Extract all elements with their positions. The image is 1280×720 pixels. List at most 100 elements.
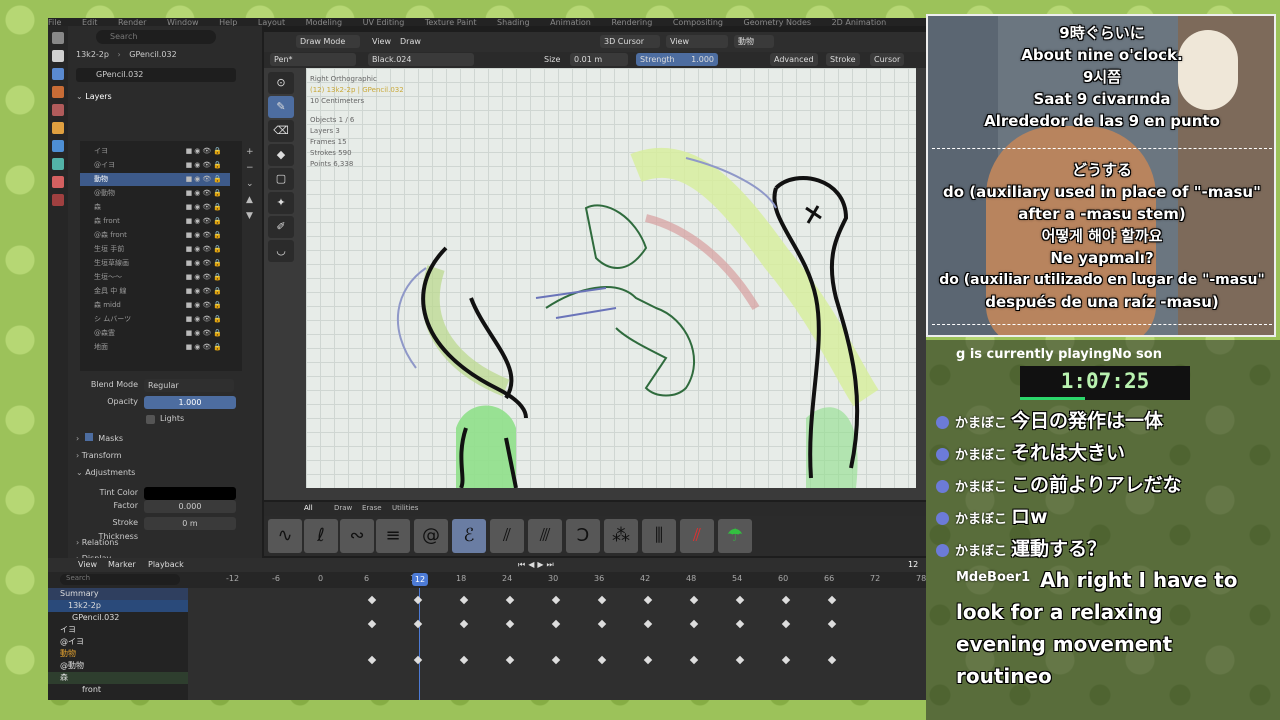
layer-row[interactable]: 森 midd ■◉👁🔒 [80, 299, 230, 312]
view-dropdown[interactable]: View [666, 35, 728, 48]
brush-marker-icon[interactable]: ∾ [340, 519, 374, 553]
keyframe-icon[interactable] [827, 595, 837, 605]
blend-mode-select[interactable]: Regular [144, 379, 234, 392]
fill-tool-icon[interactable]: ◆ [268, 144, 294, 166]
layer-toggle-icons[interactable]: ■◉👁🔒 [186, 159, 224, 172]
move-down-icon[interactable]: ▼ [246, 208, 254, 224]
erase-tool-icon[interactable]: ⌫ [268, 120, 294, 142]
scene-tab-icon[interactable] [52, 86, 64, 98]
output-tab-icon[interactable] [52, 68, 64, 80]
collection-select[interactable]: 動物 [734, 35, 774, 48]
cursor-select[interactable]: 3D Cursor [600, 35, 660, 48]
brush-airbrush-icon[interactable]: ⫽ [490, 519, 524, 553]
lights-checkbox[interactable] [146, 415, 155, 424]
layer-toggle-icons[interactable]: ■◉👁🔒 [186, 187, 224, 200]
keyframe-icon[interactable] [367, 655, 377, 665]
keyframe-icon[interactable] [689, 595, 699, 605]
keyframe-icon[interactable] [551, 595, 561, 605]
layer-toggle-icons[interactable]: ■◉👁🔒 [186, 215, 224, 228]
brush-hatch-icon[interactable]: ⫻ [528, 519, 562, 553]
keyframe-icon[interactable] [413, 619, 423, 629]
keyframe-icon[interactable] [689, 619, 699, 629]
keyframe-icon[interactable] [551, 619, 561, 629]
tab-rendering[interactable]: Rendering [611, 18, 652, 27]
keyframe-icon[interactable] [551, 655, 561, 665]
tab-utilities[interactable]: Utilities [392, 504, 418, 512]
transform-subpanel[interactable]: › Transform [68, 449, 262, 463]
draw-menu[interactable]: Draw [396, 35, 425, 48]
layer-row[interactable]: @動物 ■◉👁🔒 [80, 187, 230, 200]
keyframe-icon[interactable] [689, 655, 699, 665]
channel-layer[interactable]: イヨ [48, 624, 188, 636]
layer-menu-icon[interactable]: ⌄ [246, 176, 254, 192]
layer-row[interactable]: 森 front ■◉👁🔒 [80, 215, 230, 228]
masks-checkbox[interactable] [84, 433, 93, 441]
layer-toggle-icons[interactable]: ■◉👁🔒 [186, 313, 224, 326]
keyframe-icon[interactable] [413, 595, 423, 605]
ds-view-menu[interactable]: View [78, 560, 97, 569]
eyedropper-tool-icon[interactable]: ✐ [268, 216, 294, 238]
channel-scene[interactable]: 13k2-2p [48, 600, 188, 612]
tab-shading[interactable]: Shading [497, 18, 530, 27]
draw-tool-icon[interactable]: ✎ [268, 96, 294, 118]
keyframe-icon[interactable] [735, 655, 745, 665]
channel-layer[interactable]: front [48, 684, 188, 696]
channel-layer[interactable]: @イヨ [48, 636, 188, 648]
data-name-field[interactable]: GPencil.032 [76, 68, 236, 82]
keyframe-icon[interactable] [827, 655, 837, 665]
layer-toggle-icons[interactable]: ■◉👁🔒 [186, 173, 224, 186]
layer-row[interactable]: 生垣 手前 ■◉👁🔒 [80, 243, 230, 256]
playhead[interactable]: 12 [412, 573, 428, 586]
stroke-thickness-field[interactable]: 0 m [144, 517, 236, 530]
keyframe-icon[interactable] [781, 595, 791, 605]
adjustments-subpanel[interactable]: ⌄ Adjustments [68, 466, 262, 480]
brush-dots-icon[interactable]: ⁂ [604, 519, 638, 553]
brush-curve-icon[interactable]: Ͻ [566, 519, 600, 553]
tab-2d-animation[interactable]: 2D Animation [832, 18, 887, 27]
size-field[interactable]: 0.01 m [570, 53, 628, 66]
keyframe-icon[interactable] [459, 595, 469, 605]
layer-toggle-icons[interactable]: ■◉👁🔒 [186, 271, 224, 284]
brush-pen-icon[interactable]: ℓ [304, 519, 338, 553]
data-tab-icon[interactable] [52, 158, 64, 170]
keyframe-icon[interactable] [505, 619, 515, 629]
brush-selected-icon[interactable]: ℰ [452, 519, 486, 553]
advanced-button[interactable]: Advanced [770, 53, 818, 66]
keyframe-icon[interactable] [643, 619, 653, 629]
factor-slider[interactable]: 0.000 [144, 500, 236, 513]
current-frame-field[interactable]: 12 [908, 560, 918, 569]
cursor-tool-icon[interactable]: ⊙ [268, 72, 294, 94]
layer-toggle-icons[interactable]: ■◉👁🔒 [186, 257, 224, 270]
brush-select[interactable]: Pen* [270, 53, 356, 66]
world-tab-icon[interactable] [52, 104, 64, 116]
brush-ink-icon[interactable]: ∿ [268, 519, 302, 553]
tab-animation[interactable]: Animation [550, 18, 591, 27]
channel-layer[interactable]: @動物 [48, 660, 188, 672]
layer-row[interactable]: @イヨ ■◉👁🔒 [80, 159, 230, 172]
brush-pencil-icon[interactable]: @ [414, 519, 448, 553]
keyframe-icon[interactable] [827, 619, 837, 629]
masks-subpanel[interactable]: › Masks [68, 432, 262, 446]
ds-playback-menu[interactable]: Playback [148, 560, 184, 569]
opacity-slider[interactable]: 1.000 [144, 396, 236, 409]
layer-toggle-icons[interactable]: ■◉👁🔒 [186, 285, 224, 298]
layer-row[interactable]: 動物 ■◉👁🔒 [80, 173, 230, 186]
dopesheet-keyframes[interactable] [188, 588, 926, 700]
channel-object[interactable]: GPencil.032 [48, 612, 188, 624]
relations-subpanel[interactable]: › Relations [68, 536, 262, 550]
layer-row[interactable]: 生垣～～ ■◉👁🔒 [80, 271, 230, 284]
layers-panel-header[interactable]: ⌄ Layers [68, 90, 262, 104]
curve-tool-icon[interactable]: ◡ [268, 240, 294, 262]
object-tab-icon[interactable] [52, 122, 64, 134]
cursor-button[interactable]: Cursor [870, 53, 905, 66]
view-menu[interactable]: View [368, 35, 395, 48]
tab-compositing[interactable]: Compositing [673, 18, 723, 27]
brush-chisel-icon[interactable]: ≡ [376, 519, 410, 553]
tab-draw[interactable]: Draw [334, 504, 352, 512]
keyframe-icon[interactable] [735, 595, 745, 605]
tool-tab-icon[interactable] [52, 32, 64, 44]
add-layer-icon[interactable]: + [246, 144, 254, 160]
channel-layer[interactable]: 森 [48, 672, 188, 684]
brush-fill-icon[interactable]: ☂ [718, 519, 752, 553]
layer-toggle-icons[interactable]: ■◉👁🔒 [186, 145, 224, 158]
